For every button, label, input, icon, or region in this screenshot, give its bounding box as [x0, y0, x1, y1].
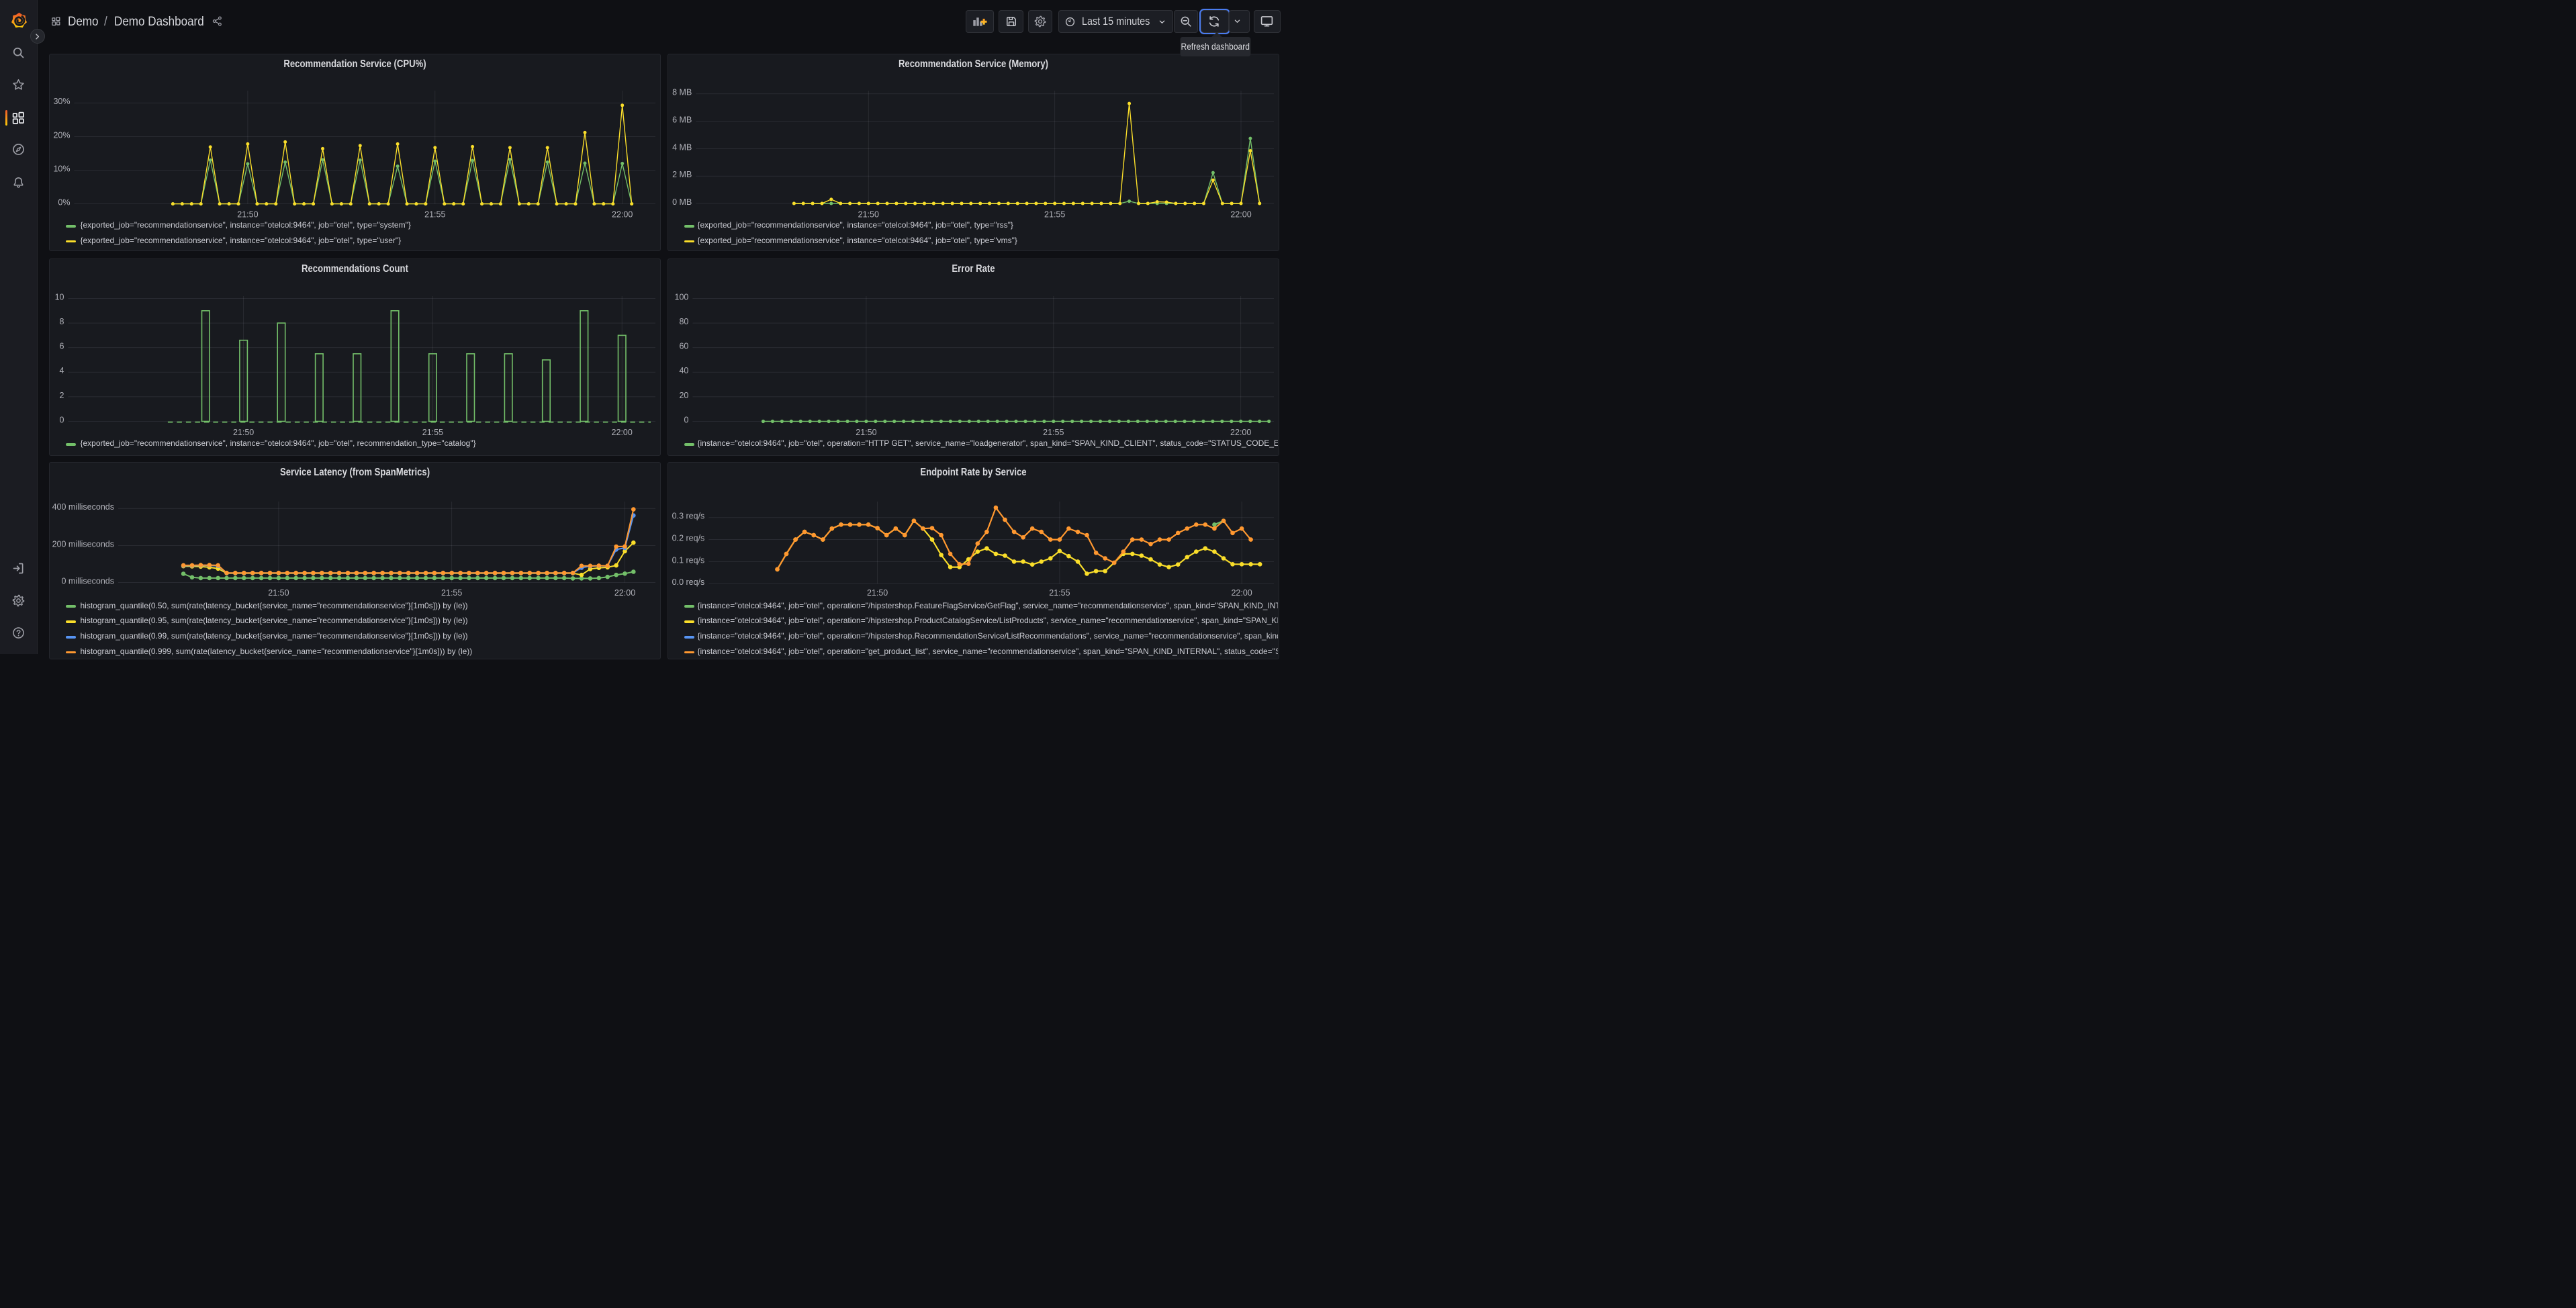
svg-text:21:55: 21:55: [1044, 210, 1065, 220]
svg-text:21:55: 21:55: [424, 210, 445, 220]
svg-text:22:00: 22:00: [1230, 210, 1251, 220]
svg-text:10%: 10%: [53, 164, 70, 173]
svg-text:22:00: 22:00: [1230, 428, 1251, 437]
svg-text:60: 60: [679, 342, 688, 351]
svg-text:21:55: 21:55: [441, 588, 462, 598]
svg-text:21:50: 21:50: [867, 588, 888, 598]
svg-text:21:50: 21:50: [268, 588, 289, 598]
svg-text:8 MB: 8 MB: [672, 88, 692, 97]
svg-text:22:00: 22:00: [614, 588, 635, 598]
svg-text:6: 6: [60, 342, 64, 351]
svg-text:4 MB: 4 MB: [672, 142, 692, 152]
svg-text:8: 8: [60, 317, 64, 326]
svg-text:21:50: 21:50: [858, 210, 879, 220]
svg-text:0: 0: [684, 415, 688, 424]
svg-text:21:50: 21:50: [237, 210, 258, 220]
svg-text:22:00: 22:00: [612, 210, 633, 220]
svg-text:0.1 req/s: 0.1 req/s: [672, 555, 705, 565]
svg-text:4: 4: [60, 366, 64, 375]
svg-text:21:50: 21:50: [856, 428, 876, 437]
svg-text:40: 40: [679, 366, 688, 375]
svg-text:2: 2: [60, 391, 64, 400]
svg-text:21:55: 21:55: [422, 428, 443, 437]
svg-text:22:00: 22:00: [1231, 588, 1252, 598]
svg-text:2 MB: 2 MB: [672, 170, 692, 179]
svg-text:21:55: 21:55: [1049, 588, 1070, 598]
svg-text:21:50: 21:50: [233, 428, 254, 437]
svg-text:22:00: 22:00: [612, 428, 633, 437]
svg-text:0 milliseconds: 0 milliseconds: [61, 576, 114, 586]
svg-text:21:55: 21:55: [1043, 428, 1064, 437]
svg-text:0.2 req/s: 0.2 req/s: [672, 534, 705, 543]
svg-text:0: 0: [60, 415, 64, 424]
svg-text:0.3 req/s: 0.3 req/s: [672, 512, 705, 521]
svg-text:100: 100: [675, 292, 689, 301]
svg-text:0.0 req/s: 0.0 req/s: [672, 577, 705, 587]
svg-text:10: 10: [55, 292, 64, 301]
svg-text:20%: 20%: [53, 130, 70, 140]
svg-text:200 milliseconds: 200 milliseconds: [52, 539, 114, 549]
svg-text:20: 20: [679, 391, 688, 400]
svg-text:0 MB: 0 MB: [672, 197, 692, 207]
svg-text:0%: 0%: [58, 198, 70, 207]
svg-text:6 MB: 6 MB: [672, 115, 692, 125]
svg-text:400 milliseconds: 400 milliseconds: [52, 502, 114, 512]
svg-text:30%: 30%: [53, 97, 70, 106]
svg-text:80: 80: [679, 317, 688, 326]
